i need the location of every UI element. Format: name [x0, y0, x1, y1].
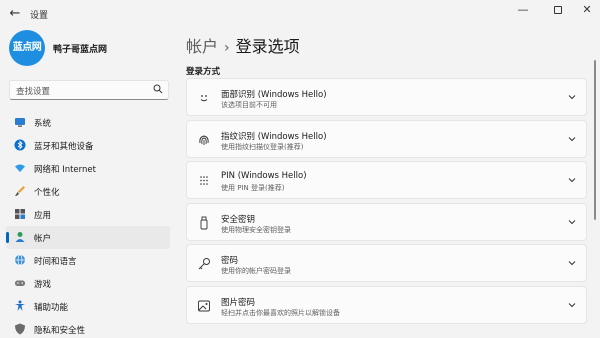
pin-keypad-icon — [200, 176, 208, 185]
card-title: 安全密钥 — [221, 214, 256, 225]
chevron-down-icon — [568, 219, 576, 224]
picture-password-card[interactable]: 图片密码 轻扫并点击你最喜欢的照片以解锁设备 — [186, 285, 587, 324]
card-subtitle: 使用你的帐户密码登录 — [221, 267, 291, 276]
sidebar-item-system[interactable]: 系统 — [6, 111, 170, 134]
sidebar-item-label: 游戏 — [34, 280, 52, 290]
card-title: PIN (Windows Hello) — [221, 171, 307, 182]
breadcrumb: 帐户 › 登录选项 — [186, 33, 300, 57]
chevron-down-icon — [568, 95, 576, 100]
sign-in-options-list: 面部识别 (Windows Hello) 该选项目前不可用 指纹识别 (Wind… — [186, 78, 587, 328]
scrollbar[interactable] — [594, 60, 596, 220]
search-icon — [153, 84, 163, 94]
card-subtitle: 使用指纹扫描仪登录(推荐) — [221, 142, 304, 151]
sidebar-item-label: 应用 — [34, 211, 52, 221]
face-recognition-card[interactable]: 面部识别 (Windows Hello) 该选项目前不可用 — [186, 78, 587, 116]
card-subtitle: 轻扫并点击你最喜欢的照片以解锁设备 — [221, 308, 340, 317]
card-title: 指纹识别 (Windows Hello) — [221, 131, 327, 142]
card-subtitle: 使用物理安全密钥登录 — [221, 225, 291, 234]
sidebar-item-label: 系统 — [34, 119, 52, 129]
card-subtitle: 该选项目前不可用 — [221, 101, 277, 109]
sidebar-item-apps[interactable]: 应用 — [6, 203, 170, 226]
password-card[interactable]: 密码 使用你的帐户密码登录 — [186, 244, 587, 283]
fingerprint-icon — [199, 135, 209, 145]
face-icon — [200, 95, 208, 102]
breadcrumb-parent[interactable]: 帐户 — [186, 37, 218, 56]
search-input[interactable]: 查找设置 — [9, 80, 169, 100]
sidebar-item-accounts[interactable]: 帐户 — [6, 226, 170, 249]
sidebar-item-label: 蓝牙和其他设备 — [34, 142, 94, 152]
maximize-icon — [554, 6, 562, 14]
sidebar-item-label: 隐私和安全性 — [34, 326, 86, 336]
sidebar-item-privacy[interactable]: 隐私和安全性 — [6, 318, 170, 338]
profile-name: 鸭子哥蓝点网 — [53, 45, 108, 55]
security-key-card[interactable]: 安全密钥 使用物理安全密钥登录 — [186, 202, 587, 241]
sidebar-item-gaming[interactable]: 游戏 — [6, 272, 170, 295]
gamepad-icon — [15, 280, 25, 286]
sidebar-item-network[interactable]: 网络和 Internet — [6, 157, 170, 180]
section-heading: 登录方式 — [186, 67, 221, 77]
page-title: 登录选项 — [235, 37, 300, 56]
usb-key-icon — [200, 216, 208, 230]
brush-icon — [15, 186, 25, 196]
title-bar: ← 设置 — ✕ — [0, 0, 600, 28]
card-title: 图片密码 — [221, 297, 256, 308]
sidebar-item-accessibility[interactable]: 辅助功能 — [6, 295, 170, 318]
wifi-icon — [15, 164, 25, 172]
bluetooth-icon — [14, 139, 26, 151]
sidebar-item-personalization[interactable]: 个性化 — [6, 180, 170, 203]
sidebar-item-label: 网络和 Internet — [34, 165, 96, 175]
chevron-down-icon — [568, 261, 576, 266]
active-indicator — [6, 232, 9, 243]
search-placeholder: 查找设置 — [16, 87, 51, 97]
sidebar-item-label: 帐户 — [34, 234, 52, 244]
sidebar-item-label: 个性化 — [34, 188, 60, 198]
close-button[interactable]: ✕ — [572, 0, 600, 20]
globe-icon — [15, 254, 25, 266]
sidebar-item-label: 辅助功能 — [34, 303, 69, 313]
card-subtitle: 使用 PIN 登录(推荐) — [221, 184, 285, 193]
card-title: 面部识别 (Windows Hello) — [221, 90, 327, 100]
shield-icon — [15, 323, 25, 335]
minimize-button[interactable]: — — [508, 0, 538, 20]
fingerprint-card[interactable]: 指纹识别 (Windows Hello) 使用指纹扫描仪登录(推荐) — [186, 119, 587, 158]
chevron-down-icon — [568, 178, 576, 183]
accessibility-icon — [15, 300, 25, 311]
back-button[interactable]: ← — [6, 5, 24, 23]
app-title: 设置 — [30, 11, 49, 21]
key-icon — [198, 258, 210, 270]
breadcrumb-separator: › — [224, 40, 230, 56]
apps-icon — [15, 209, 25, 219]
system-icon — [15, 118, 25, 127]
maximize-button[interactable] — [543, 0, 573, 20]
avatar[interactable]: 蓝点网 — [9, 30, 45, 66]
sidebar-item-bluetooth[interactable]: 蓝牙和其他设备 — [6, 134, 170, 157]
sidebar-item-time-language[interactable]: 时间和语言 — [6, 249, 170, 272]
sidebar-item-label: 时间和语言 — [34, 257, 77, 267]
pin-card[interactable]: PIN (Windows Hello) 使用 PIN 登录(推荐) — [186, 161, 587, 200]
account-icon — [15, 232, 25, 242]
picture-icon — [198, 300, 210, 312]
chevron-down-icon — [568, 303, 576, 308]
card-title: 密码 — [221, 256, 239, 267]
chevron-down-icon — [568, 136, 576, 141]
sidebar-nav: 系统 蓝牙和其他设备 网络和 Internet 个性化 应用 帐户 时间和语言 … — [6, 111, 170, 338]
